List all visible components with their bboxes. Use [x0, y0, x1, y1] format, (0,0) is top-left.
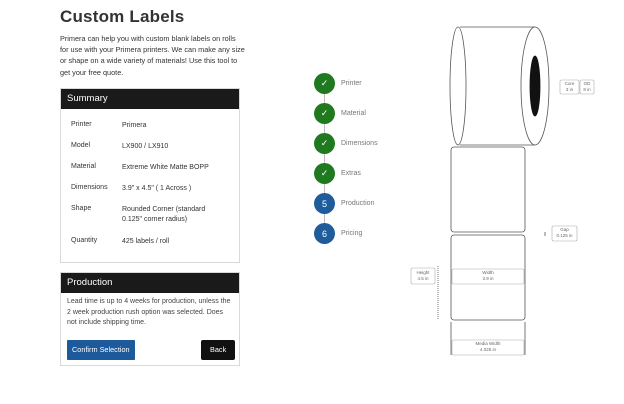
roll-back-face: [449, 26, 467, 146]
label-1: [450, 146, 526, 233]
media-width-dimension: Media Width 4.025 in: [452, 341, 524, 353]
gap-dimension: Gap 0.125 in: [552, 227, 577, 239]
media-width-value: 4.025 in: [479, 347, 496, 352]
height-dimension: Height 4.5 in: [411, 270, 435, 282]
od-value: 8 in: [583, 87, 591, 92]
core-value: 3 in: [565, 87, 574, 92]
od-dimension: OD 8 in: [580, 81, 594, 93]
gap-value: 0.125 in: [556, 233, 573, 238]
height-value: 4.5 in: [417, 276, 429, 281]
width-value: 3.9 in: [482, 276, 494, 281]
label-roll-diagram: [410, 26, 595, 356]
roll-core: [529, 55, 541, 117]
width-dimension: Width 3.9 in: [452, 270, 524, 282]
core-dimension: Core 3 in: [560, 81, 579, 93]
